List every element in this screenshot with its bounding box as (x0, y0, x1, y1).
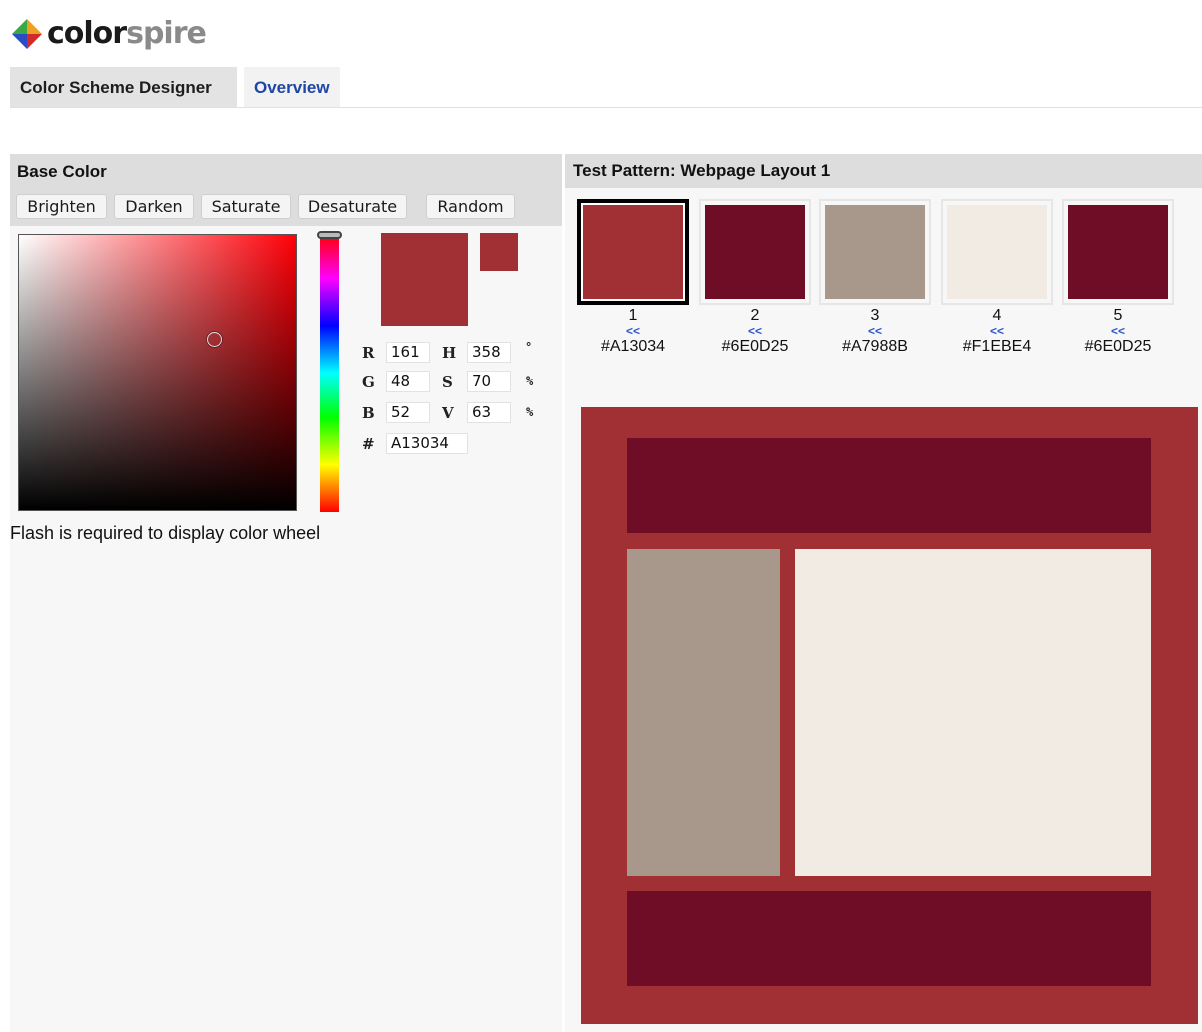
test-pattern-header: Test Pattern: Webpage Layout 1 (565, 154, 1202, 188)
hue-slider-handle[interactable] (317, 231, 342, 239)
r-field[interactable]: 161 (386, 342, 430, 363)
swatch-1-color (581, 203, 685, 301)
b-field[interactable]: 52 (386, 402, 430, 423)
test-pattern-title: Test Pattern: Webpage Layout 1 (573, 161, 831, 180)
tab-color-scheme-designer[interactable]: Color Scheme Designer (10, 67, 237, 108)
hex-field[interactable]: A13034 (386, 433, 468, 454)
darken-button[interactable]: Darken (114, 194, 194, 219)
tabs-divider (10, 107, 1202, 108)
swatch-4: 4 << #F1EBE4 (941, 199, 1053, 356)
brighten-button[interactable]: Brighten (16, 194, 107, 219)
swatch-1-frame[interactable] (577, 199, 689, 305)
layout-sidebar-block (627, 549, 780, 876)
desaturate-button[interactable]: Desaturate (298, 194, 407, 219)
swatch-3-hex: #A7988B (842, 338, 908, 355)
webpage-layout-preview (581, 407, 1198, 1024)
swatch-5-number: 5 (1113, 307, 1123, 324)
logo-wordmark: colorspire (47, 16, 207, 51)
swatch-1-hex: #A13034 (600, 338, 666, 355)
swatch-2-apply-arrow[interactable]: << (699, 324, 811, 338)
s-label: S (442, 373, 453, 391)
s-unit: % (526, 374, 534, 388)
swatch-2-number: 2 (750, 307, 760, 324)
logo-text-spire: spire (126, 16, 207, 51)
v-label: V (442, 404, 454, 422)
swatch-3-number: 3 (870, 307, 880, 324)
logo-text-color: color (47, 16, 127, 51)
hex-label: # (362, 435, 375, 453)
base-color-title: Base Color (17, 162, 107, 181)
swatch-1-apply-arrow[interactable]: << (577, 324, 689, 338)
h-label: H (442, 344, 457, 362)
swatch-3-frame[interactable] (819, 199, 931, 305)
v-field[interactable]: 63 (467, 402, 511, 423)
diamond-logo-icon (10, 17, 44, 51)
swatch-1: 1 << #A13034 (577, 199, 689, 356)
random-button[interactable]: Random (426, 194, 515, 219)
base-color-header: Base Color Brighten Darken Saturate Desa… (10, 154, 562, 226)
tab-overview[interactable]: Overview (244, 67, 340, 108)
swatch-5-apply-arrow[interactable]: << (1062, 324, 1174, 338)
g-field[interactable]: 48 (386, 371, 430, 392)
swatch-3: 3 << #A7988B (819, 199, 931, 356)
swatch-5-color (1068, 205, 1168, 299)
colorspire-logo[interactable]: colorspire (10, 14, 207, 54)
swatch-3-apply-arrow[interactable]: << (819, 324, 931, 338)
saturation-value-picker[interactable] (18, 234, 297, 511)
swatch-2-hex: #6E0D25 (721, 338, 789, 355)
hue-slider[interactable] (320, 234, 339, 512)
swatch-4-hex: #F1EBE4 (962, 338, 1032, 355)
swatch-2-frame[interactable] (699, 199, 811, 305)
swatch-2: 2 << #6E0D25 (699, 199, 811, 356)
layout-header-block (627, 438, 1151, 533)
swatch-4-frame[interactable] (941, 199, 1053, 305)
v-unit: % (526, 405, 534, 419)
main-tabs: Color Scheme Designer Overview (10, 67, 340, 108)
swatch-5: 5 << #6E0D25 (1062, 199, 1174, 356)
r-label: R (362, 344, 375, 362)
picker-cursor[interactable] (207, 332, 222, 347)
swatch-1-number: 1 (628, 307, 638, 324)
h-unit: ° (525, 340, 533, 354)
swatch-4-color (947, 205, 1047, 299)
test-pattern-panel: Test Pattern: Webpage Layout 1 1 << #A13… (565, 154, 1202, 1032)
base-color-panel: Base Color Brighten Darken Saturate Desa… (10, 154, 562, 1032)
g-label: G (362, 373, 375, 391)
previous-color-swatch[interactable] (480, 233, 518, 271)
flash-required-note: Flash is required to display color wheel (10, 523, 321, 543)
layout-content-block (795, 549, 1151, 876)
current-color-swatch (381, 233, 468, 326)
layout-footer-block (627, 891, 1151, 986)
b-label: B (362, 404, 375, 422)
swatch-4-apply-arrow[interactable]: << (941, 324, 1053, 338)
h-field[interactable]: 358 (467, 342, 511, 363)
swatch-5-frame[interactable] (1062, 199, 1174, 305)
saturate-button[interactable]: Saturate (201, 194, 291, 219)
swatch-5-hex: #6E0D25 (1084, 338, 1152, 355)
swatch-4-number: 4 (992, 307, 1002, 324)
swatch-2-color (705, 205, 805, 299)
swatch-3-color (825, 205, 925, 299)
s-field[interactable]: 70 (467, 371, 511, 392)
